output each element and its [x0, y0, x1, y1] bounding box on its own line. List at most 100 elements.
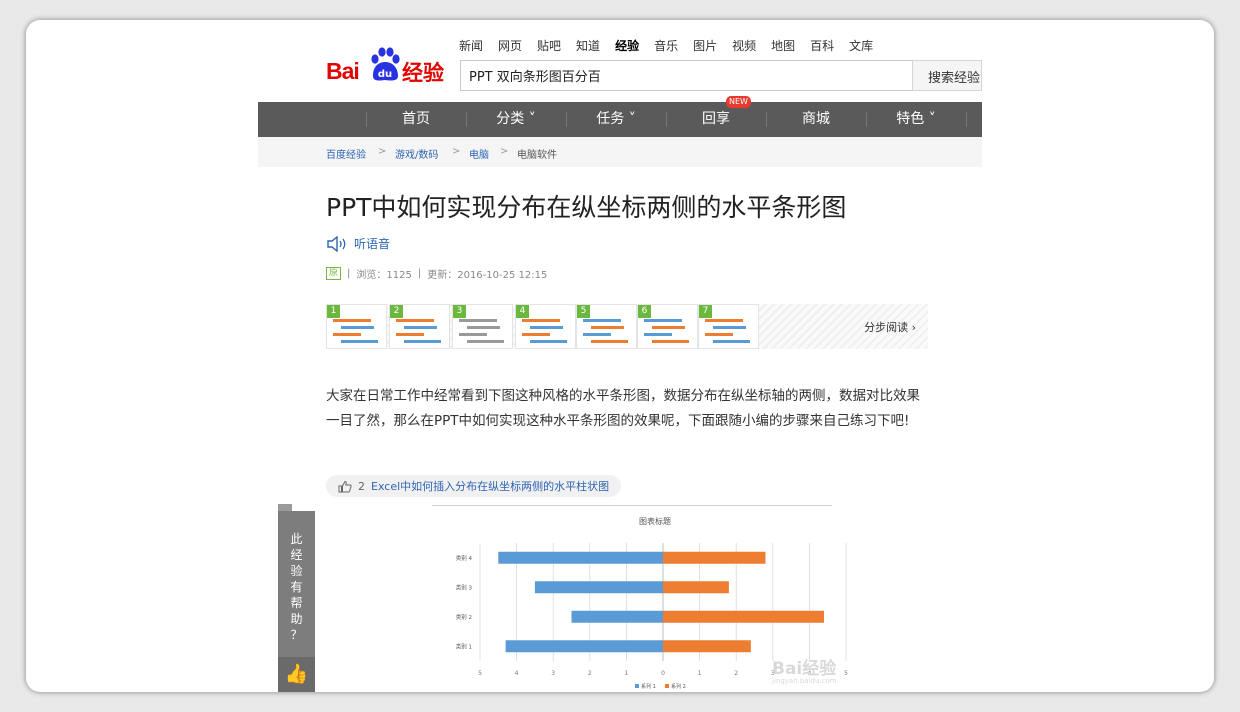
related-link-text: Excel中如何插入分布在纵坐标两侧的水平柱状图	[371, 480, 610, 493]
step-thumbnail[interactable]: 5	[576, 304, 637, 349]
step-number: 7	[699, 305, 712, 318]
related-experience-link[interactable]: 2 Excel中如何插入分布在纵坐标两侧的水平柱状图	[326, 475, 622, 497]
step-number: 1	[327, 305, 340, 318]
step-thumbnail[interactable]: 4	[515, 304, 576, 349]
chart-top-border	[432, 505, 832, 506]
article-meta: 原 | 浏览：1125 | 更新：2016-10-25 12:15	[326, 266, 547, 281]
product-nav-item[interactable]: 经验	[615, 37, 639, 54]
product-nav-item[interactable]: 网页	[498, 37, 522, 54]
nav-divider	[666, 112, 667, 127]
thumbnail-bar	[713, 326, 746, 329]
thumbnail-bar	[459, 319, 497, 322]
article-intro: 大家在日常工作中经常看到下图这种风格的水平条形图，数据分布在纵坐标轴的两侧，数据…	[326, 388, 920, 429]
x-tick-label: 2	[734, 670, 738, 677]
legend-swatch	[665, 684, 669, 688]
thumbnail-bar	[396, 333, 424, 336]
product-nav-item[interactable]: 视频	[732, 37, 756, 54]
speaker-icon	[327, 235, 346, 252]
watermark-url: jingyan.baidu.com	[772, 677, 837, 685]
helpful-bar-tab	[278, 504, 292, 511]
search-input[interactable]	[461, 61, 912, 90]
thumbnail-bar	[459, 333, 487, 336]
step-thumbnail[interactable]: 7	[698, 304, 759, 349]
baidu-jingyan-page: Bai du 经验 新闻网页贴吧知道经验音乐图片视频地图百科文库 搜索经验 首页…	[258, 20, 982, 692]
thumbnail-bar	[583, 333, 611, 336]
logo-bai-text: Bai	[326, 58, 360, 84]
bar-series2	[663, 581, 729, 594]
y-category-label: 类别 4	[456, 554, 473, 562]
product-nav: 新闻 网页 贴吧 知道 经验 音乐 图片 视频 地图 百科 文库	[459, 37, 888, 54]
thumbs-up-icon[interactable]: 👍	[278, 657, 315, 692]
thumbnail-bar	[705, 333, 733, 336]
product-nav-item[interactable]: 知道	[576, 37, 600, 54]
product-nav-item[interactable]: 音乐	[654, 37, 678, 54]
helpful-sidebar[interactable]: 此经验有帮助？ 👍	[278, 511, 315, 692]
thumbnail-bar	[404, 326, 437, 329]
search-box	[460, 60, 912, 91]
thumbnail-bar	[652, 326, 685, 329]
main-nav-item[interactable]: 商城	[766, 102, 866, 137]
thumbnail-bar	[591, 326, 624, 329]
search-button[interactable]: 搜索经验	[912, 60, 982, 91]
new-badge: NEW	[726, 96, 751, 108]
breadcrumb-item-games-digital[interactable]: 游戏/数码	[395, 146, 438, 161]
main-nav-item[interactable]: 分类 ˅	[466, 102, 566, 137]
step-thumbnail[interactable]: 6	[637, 304, 698, 349]
legend-label: 系列 1	[641, 683, 656, 690]
product-nav-item[interactable]: 贴吧	[537, 37, 561, 54]
step-thumbnails: 7 6 5 4 3 2 1 分步阅读 ›	[326, 304, 928, 349]
product-nav-item[interactable]: 地图	[771, 37, 795, 54]
breadcrumb-item-computer[interactable]: 电脑	[469, 146, 489, 161]
main-nav-item[interactable]: 任务 ˅	[566, 102, 666, 137]
chart-title: 图表标题	[639, 516, 671, 526]
main-nav-item[interactable]: 首页	[366, 102, 466, 137]
bar-series1	[571, 610, 663, 623]
product-nav-item[interactable]: 图片	[693, 37, 717, 54]
step-read-link[interactable]: 分步阅读 ›	[864, 319, 916, 335]
y-category-label: 类别 2	[456, 613, 472, 621]
step-number: 2	[390, 305, 403, 318]
y-category-label: 类别 3	[456, 583, 473, 591]
baidu-watermark: Bai经验 jingyan.baidu.com	[772, 654, 852, 688]
thumbnail-bar	[522, 333, 550, 336]
x-tick-label: 3	[551, 670, 555, 677]
meta-divider: |	[417, 268, 422, 279]
nav-divider	[766, 112, 767, 127]
main-nav-item[interactable]: 特色 ˅	[866, 102, 966, 137]
step-thumbnail[interactable]: 2	[389, 304, 450, 349]
thumbnail-bar	[583, 319, 621, 322]
thumbnail-bar	[530, 340, 567, 343]
helpful-text: 此经验有帮助？	[290, 532, 303, 642]
breadcrumb-separator: >	[500, 146, 509, 157]
watermark-logo-text: Bai经验	[772, 659, 837, 679]
step-thumbnail[interactable]: 3	[452, 304, 513, 349]
thumbnail-bar	[644, 333, 672, 336]
product-nav-item[interactable]: 新闻	[459, 37, 483, 54]
thumbnail-bar	[591, 340, 628, 343]
logo-du-text: du	[378, 69, 392, 80]
product-nav-item[interactable]: 百科	[810, 37, 834, 54]
step-thumbnail[interactable]: 1	[326, 304, 387, 349]
baidu-jingyan-logo[interactable]: Bai du 经验	[326, 44, 448, 86]
screenshot-frame: Bai du 经验 新闻网页贴吧知道经验音乐图片视频地图百科文库 搜索经验 首页…	[26, 20, 1214, 692]
nav-divider	[866, 112, 867, 127]
breadcrumb-item-home[interactable]: 百度经验	[326, 146, 366, 161]
step-number: 3	[453, 305, 466, 318]
listen-label: 听语音	[354, 237, 391, 251]
bar-series2	[663, 640, 751, 653]
product-nav-item[interactable]: 文库	[849, 37, 873, 54]
thumbs-up-icon	[338, 480, 352, 492]
thumbnail-bar	[705, 319, 743, 322]
bar-series1	[534, 581, 663, 594]
bar-series2	[663, 610, 825, 623]
breadcrumb: 百度经验 > 游戏/数码 > 电脑 > 电脑软件	[258, 137, 982, 167]
bar-series1	[505, 640, 663, 653]
main-nav-item[interactable]: 回享	[666, 102, 766, 137]
listen-audio-button[interactable]: 听语音	[326, 235, 390, 252]
x-tick-label: 5	[478, 670, 482, 677]
thumbnail-bar	[396, 319, 434, 322]
thumbnail-bar	[467, 326, 500, 329]
thumbnail-bar	[652, 340, 689, 343]
paw-icon: du	[371, 47, 400, 81]
logo-product-text: 经验	[402, 61, 444, 85]
